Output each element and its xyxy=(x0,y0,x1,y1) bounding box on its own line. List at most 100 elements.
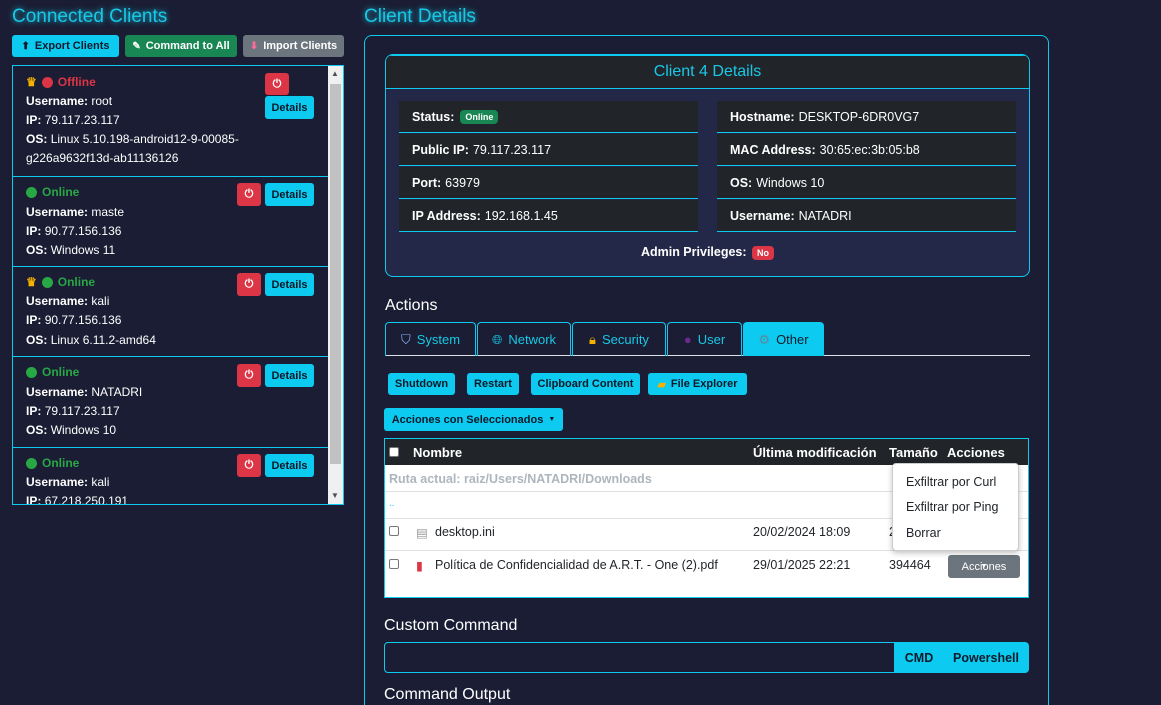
globe-icon: 🌐︎ xyxy=(491,331,503,347)
client-ip: IP: 79.117.23.117 xyxy=(26,404,120,418)
mac-address-cell: MAC Address: 30:65:ec:3b:05:b8 xyxy=(717,134,1016,166)
details-button[interactable]: Details xyxy=(265,183,314,206)
cmd-button[interactable]: CMD xyxy=(894,642,944,673)
selected-actions-dropdown[interactable]: Acciones con Seleccionados ▼ xyxy=(384,408,563,431)
clipboard-content-button[interactable]: Clipboard Content xyxy=(531,373,640,395)
tab-user[interactable]: ● User xyxy=(667,322,742,356)
tab-other[interactable]: ⚙ Other xyxy=(743,322,824,356)
client-username: Username: kali xyxy=(26,475,110,489)
import-icon: ⬇ xyxy=(249,40,259,52)
power-button[interactable]: ⏻ xyxy=(265,73,289,95)
client-status: Offline xyxy=(57,75,96,89)
command-to-all-button[interactable]: ✎ Command to All xyxy=(125,35,237,57)
admin-badge: No xyxy=(752,246,775,260)
export-clients-button[interactable]: ⬆ Export Clients xyxy=(12,35,119,57)
ip-address-cell: IP Address: 192.168.1.45 xyxy=(399,200,698,232)
scroll-up-icon[interactable]: ▲ xyxy=(331,69,339,78)
client-card[interactable]: Online Username: NATADRI IP: 79.117.23.1… xyxy=(13,357,329,448)
status-dot xyxy=(41,276,53,288)
file-modified: 20/02/2024 18:09 xyxy=(753,525,851,539)
power-button[interactable]: ⏻ xyxy=(237,454,261,477)
details-button[interactable]: Details xyxy=(265,96,314,119)
action-tabs: ⛉ System 🌐︎ Network 🔒︎ Security ● User ⚙ Othe… xyxy=(385,322,1030,356)
client-info-header: Client 4 Details xyxy=(386,55,1029,89)
details-button[interactable]: Details xyxy=(265,273,314,296)
crown-icon: ♛ xyxy=(26,275,37,289)
row-checkbox[interactable] xyxy=(389,559,399,569)
hostname-cell: Hostname: DESKTOP-6DR0VG7 xyxy=(717,101,1016,133)
row-checkbox[interactable] xyxy=(389,526,399,536)
user-icon: ● xyxy=(683,332,692,347)
file-name[interactable]: desktop.ini xyxy=(435,525,495,539)
export-icon: ⬆ xyxy=(21,40,30,52)
lock-icon: 🔒︎ xyxy=(589,331,596,347)
row-actions-button[interactable]: Acciones ▼ xyxy=(948,555,1020,578)
shutdown-button[interactable]: Shutdown xyxy=(388,373,455,395)
client-os-continued: g226a9632f13d-ab11136126 xyxy=(26,151,179,165)
scroll-down-icon[interactable]: ▼ xyxy=(331,491,339,500)
custom-command-input[interactable] xyxy=(384,642,896,673)
client-ip: IP: 67.218.250.191 xyxy=(26,494,129,505)
menu-item-exfiltrar-ping[interactable]: Exfiltrar por Ping xyxy=(906,500,998,514)
shield-icon: ⛉ xyxy=(400,331,411,347)
username-cell: Username: NATADRI xyxy=(717,200,1016,232)
command-output-title: Command Output xyxy=(384,686,511,703)
client-status: Online xyxy=(42,185,80,199)
os-cell: OS: Windows 10 xyxy=(717,167,1016,199)
tab-network[interactable]: 🌐︎ Network xyxy=(477,322,571,356)
client-list-scrollbar[interactable]: ▲ ▼ xyxy=(328,66,343,504)
file-size: 394464 xyxy=(889,558,931,572)
parent-directory-link[interactable]: .. xyxy=(389,498,395,509)
pdf-file-icon: ▮ xyxy=(416,559,423,573)
row-actions-menu: Exfiltrar por Curl Exfiltrar por Ping Bo… xyxy=(892,463,1019,551)
current-path: Ruta actual: raiz/Users/NATADRI/Download… xyxy=(389,472,652,486)
scroll-thumb[interactable] xyxy=(330,84,341,464)
client-card[interactable]: Online Username: kali IP: 67.218.250.191… xyxy=(13,448,329,505)
power-icon: ⏻ xyxy=(272,77,282,90)
status-dot xyxy=(26,366,37,378)
client-ip: IP: 90.77.156.136 xyxy=(26,313,122,327)
port-cell: Port: 63979 xyxy=(399,167,698,199)
custom-command-title: Custom Command xyxy=(384,617,518,634)
details-button[interactable]: Details xyxy=(265,364,314,387)
megaphone-icon: ✎ xyxy=(132,40,141,52)
client-os: OS: Linux 5.10.198-android12-9-00085- xyxy=(26,132,239,146)
client-os: OS: Linux 6.11.2-amd64 xyxy=(26,333,156,347)
client-card[interactable]: ♛ Offline Username: root IP: 79.117.23.1… xyxy=(13,66,329,177)
client-os: OS: Windows 10 xyxy=(26,423,117,437)
tab-system[interactable]: ⛉ System xyxy=(385,322,476,356)
power-button[interactable]: ⏻ xyxy=(237,273,261,296)
client-list[interactable]: ♛ Offline Username: root IP: 79.117.23.1… xyxy=(12,65,344,505)
import-clients-button[interactable]: ⬇ Import Clients xyxy=(243,35,344,57)
status-dot xyxy=(41,76,53,88)
power-button[interactable]: ⏻ xyxy=(237,364,261,387)
client-status: Online xyxy=(42,365,80,379)
power-button[interactable]: ⏻ xyxy=(237,183,261,206)
power-icon: ⏻ xyxy=(244,459,254,471)
menu-item-borrar[interactable]: Borrar xyxy=(906,526,941,540)
public-ip-cell: Public IP: 79.117.23.117 xyxy=(399,134,698,166)
tab-security[interactable]: 🔒︎ Security xyxy=(572,322,666,356)
client-username: Username: NATADRI xyxy=(26,385,143,399)
client-card[interactable]: ♛ Online Username: kali IP: 90.77.156.13… xyxy=(13,267,329,357)
file-explorer-button[interactable]: ▰ File Explorer xyxy=(648,373,747,395)
select-all-checkbox[interactable] xyxy=(389,447,399,457)
power-icon: ⏻ xyxy=(244,278,254,290)
powershell-button[interactable]: Powershell xyxy=(943,642,1029,673)
menu-item-exfiltrar-curl[interactable]: Exfiltrar por Curl xyxy=(906,475,996,489)
client-card[interactable]: Online Username: maste IP: 90.77.156.136… xyxy=(13,177,329,267)
file-name[interactable]: Política de Confidencialidad de A.R.T. -… xyxy=(435,558,718,572)
restart-button[interactable]: Restart xyxy=(467,373,519,395)
crown-icon: ♛ xyxy=(26,75,37,89)
details-button[interactable]: Details xyxy=(265,454,314,477)
connected-clients-title: Connected Clients xyxy=(12,6,168,27)
file-row[interactable]: ▮ Política de Confidencialidad de A.R.T.… xyxy=(385,551,1028,584)
file-modified: 29/01/2025 22:21 xyxy=(753,558,851,572)
client-status: Online xyxy=(57,275,96,289)
power-icon: ⏻ xyxy=(244,188,254,200)
gear-icon: ⚙ xyxy=(758,331,771,347)
status-dot xyxy=(26,457,37,469)
file-table-header: Nombre Última modificación Tamaño Accion… xyxy=(385,439,1028,465)
admin-privileges: Admin Privileges: No xyxy=(386,245,1029,260)
status-cell: Status: Online xyxy=(399,101,698,133)
